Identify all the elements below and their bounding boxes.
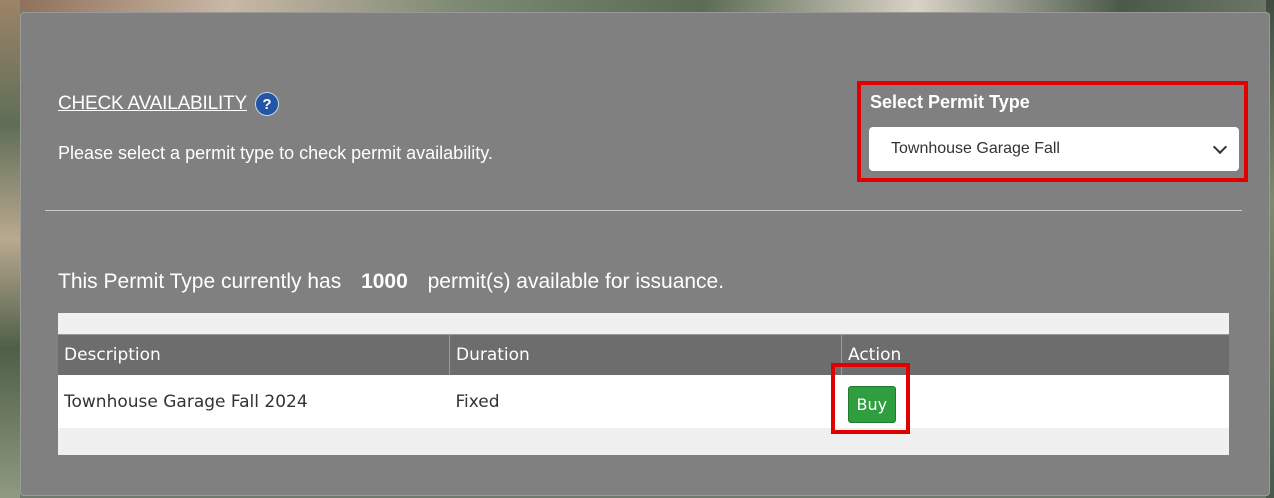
availability-suffix: permit(s) available for issuance. bbox=[427, 270, 725, 293]
background-photo-left bbox=[0, 0, 20, 498]
availability-panel: CHECK AVAILABILITY ? Please select a per… bbox=[20, 12, 1270, 496]
row-duration: Fixed bbox=[449, 375, 842, 428]
header-description: Description bbox=[58, 334, 450, 375]
availability-count: 1000 bbox=[361, 270, 408, 293]
permit-type-selected-value: Townhouse Garage Fall bbox=[891, 140, 1060, 157]
section-divider bbox=[45, 210, 1242, 211]
header-duration: Duration bbox=[449, 334, 842, 375]
permit-type-select[interactable]: Townhouse Garage Fall bbox=[869, 127, 1239, 171]
instruction-text: Please select a permit type to check per… bbox=[58, 143, 493, 163]
check-availability-link[interactable]: CHECK AVAILABILITY bbox=[58, 93, 247, 115]
chevron-down-icon bbox=[1212, 139, 1228, 155]
availability-message: This Permit Type currently has 1000 perm… bbox=[58, 270, 724, 294]
availability-prefix: This Permit Type currently has bbox=[58, 270, 342, 293]
question-circle-icon[interactable]: ? bbox=[254, 92, 279, 116]
highlight-box-buy bbox=[831, 363, 910, 434]
permit-table-container: Description Duration Action Townhouse Ga… bbox=[58, 313, 1229, 455]
table-row: Townhouse Garage Fall 2024 Fixed Buy bbox=[58, 375, 1229, 428]
permit-type-label: Select Permit Type bbox=[870, 92, 1030, 112]
permit-table: Description Duration Action Townhouse Ga… bbox=[58, 334, 1229, 428]
check-availability-header: CHECK AVAILABILITY ? bbox=[58, 92, 279, 116]
row-description: Townhouse Garage Fall 2024 bbox=[58, 375, 450, 428]
table-header-row: Description Duration Action bbox=[58, 334, 1229, 375]
background-photo-top bbox=[0, 0, 1274, 12]
